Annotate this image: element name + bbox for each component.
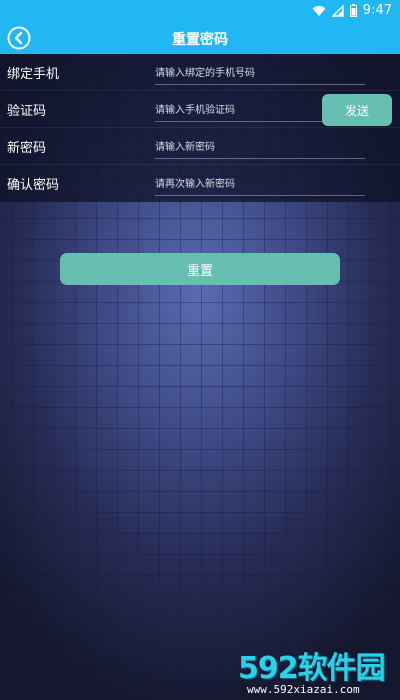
- watermark-logo: 592软件园: [238, 651, 386, 686]
- watermark: 592软件园 www.592xiazai.com: [238, 643, 398, 698]
- confirm-password-label: 确认密码: [7, 178, 60, 193]
- new-password-label: 新密码: [7, 141, 47, 156]
- status-bar: 9:47: [0, 0, 400, 24]
- page-title: 重置密码: [172, 32, 228, 48]
- reset-form: 绑定手机 请输入绑定的手机号码 验证码 请输入手机验证码 新密码 请输入新密码 …: [0, 54, 400, 202]
- new-password-input[interactable]: 请输入新密码: [155, 138, 365, 159]
- verify-code-input[interactable]: 请输入手机验证码: [155, 101, 323, 122]
- verify-code-label: 验证码: [7, 104, 47, 119]
- watermark-url: www.592xiazai.com: [247, 683, 360, 696]
- reset-button[interactable]: 重置: [60, 253, 340, 285]
- confirm-password-input[interactable]: 请再次输入新密码: [155, 175, 365, 196]
- battery-icon: [349, 4, 357, 17]
- send-code-button[interactable]: 发送: [322, 94, 392, 126]
- bind-phone-input[interactable]: 请输入绑定的手机号码: [155, 64, 365, 85]
- bind-phone-label: 绑定手机: [7, 67, 60, 82]
- app-bar: 重置密码: [0, 24, 400, 54]
- status-time: 9:47: [362, 3, 392, 18]
- new-password-row: 新密码 请输入新密码: [0, 128, 400, 165]
- signal-icon: [331, 4, 344, 17]
- confirm-password-row: 确认密码 请再次输入新密码: [0, 165, 400, 202]
- bind-phone-row: 绑定手机 请输入绑定的手机号码: [0, 54, 400, 91]
- wifi-icon: [312, 5, 326, 16]
